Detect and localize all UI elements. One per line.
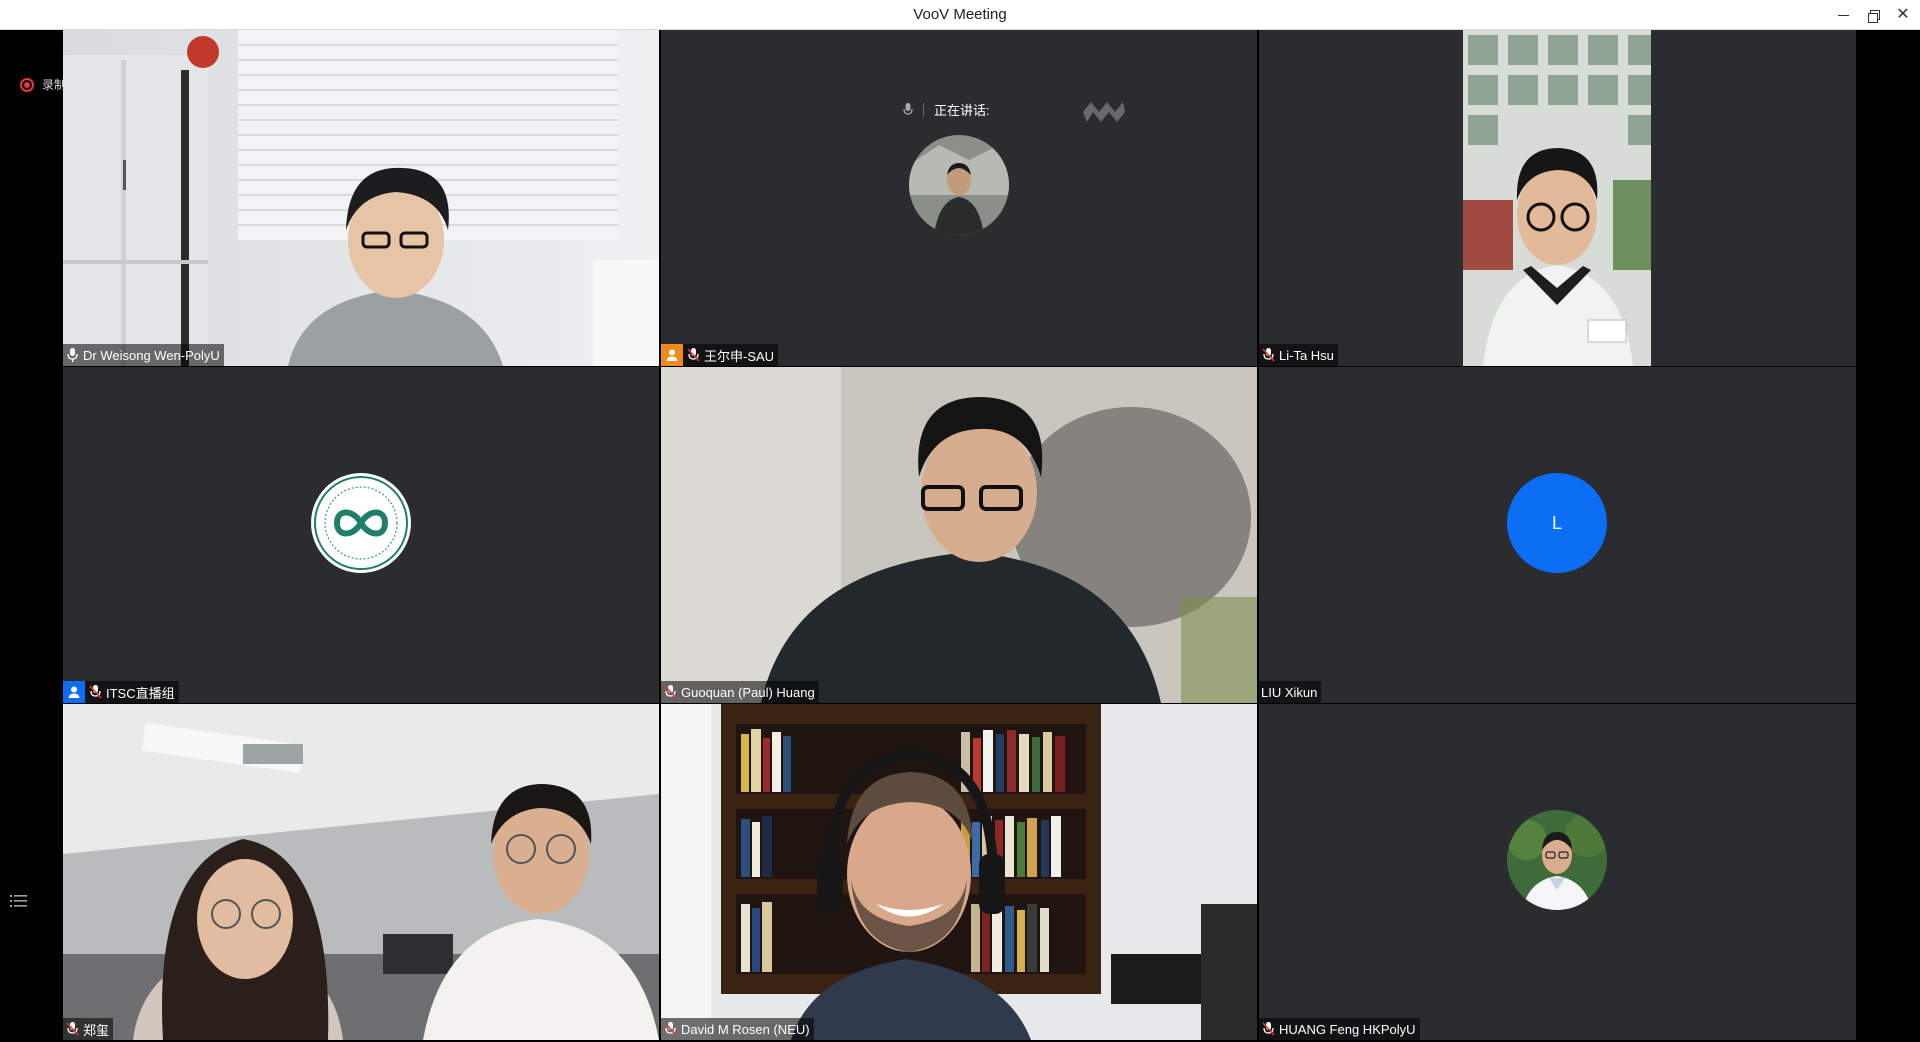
avatar: [311, 473, 411, 573]
minimize-icon: [1837, 15, 1849, 16]
participant-tile[interactable]: Guoquan (Paul) Huang: [661, 367, 1257, 703]
user-icon: [63, 681, 85, 703]
close-icon: ✕: [1896, 6, 1910, 23]
list-icon[interactable]: [10, 893, 28, 909]
participant-tile[interactable]: Li-Ta Hsu: [1259, 30, 1856, 366]
participant-video: [1259, 30, 1856, 366]
mic-icon: [67, 348, 78, 362]
participant-name: HUANG Feng HKPolyU: [1279, 1021, 1416, 1037]
mic-muted-icon: [664, 685, 677, 699]
participant-video: [63, 30, 659, 366]
speaking-label: 正在讲话:: [934, 103, 990, 118]
right-margin: [1856, 30, 1920, 1042]
participant-tile[interactable]: HUANG Feng HKPolyU: [1259, 704, 1856, 1040]
participant-video: [661, 704, 1257, 1040]
title-bar: VooV Meeting ✕: [0, 0, 1920, 30]
restore-icon: [1867, 10, 1880, 23]
participant-tile[interactable]: 正在讲话: 王尔申-SAU: [661, 30, 1257, 366]
restore-button[interactable]: [1862, 4, 1884, 26]
avatar: [909, 135, 1009, 235]
video-grid: Dr Weisong Wen-PolyU 正在讲话: 王尔申-SAU Li-Ta…: [63, 30, 1856, 1042]
user-icon: [661, 344, 683, 366]
left-sidebar: [0, 30, 63, 1042]
participant-tile[interactable]: ITSC直播组: [63, 367, 659, 703]
participant-name-tag: 郑玺: [63, 1018, 114, 1040]
participant-name: Dr Weisong Wen-PolyU: [83, 347, 220, 363]
mic-muted-icon: [1262, 348, 1275, 362]
avatar: [1507, 810, 1607, 910]
divider: [923, 102, 924, 117]
mic-muted-icon: [89, 685, 102, 699]
close-button[interactable]: ✕: [1892, 4, 1914, 26]
mic-muted-icon: [687, 348, 700, 362]
audio-wave-icon: [1083, 102, 1125, 122]
participant-name: 郑玺: [83, 1022, 110, 1038]
participant-name-tag: David M Rosen (NEU): [661, 1018, 814, 1040]
participant-tile[interactable]: David M Rosen (NEU): [661, 704, 1257, 1040]
participant-tile[interactable]: Dr Weisong Wen-PolyU: [63, 30, 659, 366]
window-title: VooV Meeting: [913, 6, 1007, 23]
participant-name-tag: HUANG Feng HKPolyU: [1259, 1018, 1420, 1040]
participant-name: ITSC直播组: [106, 685, 175, 701]
itsc-logo-icon: [314, 476, 408, 570]
participant-name: Li-Ta Hsu: [1279, 347, 1334, 363]
participant-name: Guoquan (Paul) Huang: [681, 684, 815, 700]
participant-video: [63, 704, 659, 1040]
mic-muted-icon: [664, 1022, 677, 1036]
avatar: L: [1507, 473, 1607, 573]
participant-name-tag: Guoquan (Paul) Huang: [661, 681, 819, 703]
participant-name-tag: LIU Xikun: [1259, 681, 1322, 703]
mic-muted-icon: [66, 1022, 79, 1036]
participant-name-tag: Li-Ta Hsu: [1259, 344, 1338, 366]
participant-name-tag: ITSC直播组: [63, 681, 179, 703]
speaking-indicator: 正在讲话:: [903, 100, 990, 119]
participant-name: David M Rosen (NEU): [681, 1021, 810, 1037]
participant-name-tag: 王尔申-SAU: [661, 344, 779, 366]
avatar-letter: L: [1551, 512, 1562, 533]
mic-icon: [903, 102, 913, 115]
participant-name: 王尔申-SAU: [704, 348, 775, 364]
participant-tile[interactable]: L LIU Xikun: [1259, 367, 1856, 703]
participant-name: LIU Xikun: [1261, 684, 1318, 700]
mic-muted-icon: [1262, 1022, 1275, 1036]
participant-video: [661, 367, 1257, 703]
participant-name-tag: Dr Weisong Wen-PolyU: [63, 344, 224, 366]
participant-tile[interactable]: 郑玺: [63, 704, 659, 1040]
record-icon: [20, 77, 34, 92]
minimize-button[interactable]: [1832, 4, 1854, 26]
